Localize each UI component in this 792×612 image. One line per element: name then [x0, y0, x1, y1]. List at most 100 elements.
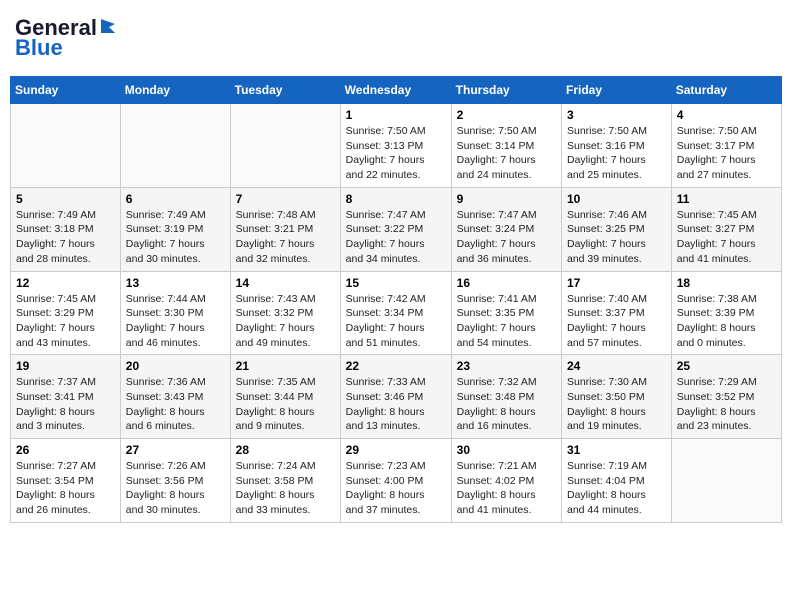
day-number: 6: [126, 192, 225, 206]
day-info: Sunrise: 7:43 AM Sunset: 3:32 PM Dayligh…: [236, 292, 335, 351]
day-number: 4: [677, 108, 776, 122]
header-friday: Friday: [562, 77, 672, 104]
header-monday: Monday: [120, 77, 230, 104]
calendar-cell: [230, 104, 340, 188]
day-info: Sunrise: 7:49 AM Sunset: 3:18 PM Dayligh…: [16, 208, 115, 267]
page-header: General Blue: [10, 10, 782, 66]
day-info: Sunrise: 7:29 AM Sunset: 3:52 PM Dayligh…: [677, 375, 776, 434]
calendar-cell: 6 Sunrise: 7:49 AM Sunset: 3:19 PM Daylig…: [120, 187, 230, 271]
calendar-cell: 15 Sunrise: 7:42 AM Sunset: 3:34 PM Dayli…: [340, 271, 451, 355]
day-info: Sunrise: 7:24 AM Sunset: 3:58 PM Dayligh…: [236, 459, 335, 518]
day-number: 22: [346, 359, 446, 373]
header-saturday: Saturday: [671, 77, 781, 104]
day-info: Sunrise: 7:36 AM Sunset: 3:43 PM Dayligh…: [126, 375, 225, 434]
logo-icon: [99, 17, 117, 35]
day-number: 21: [236, 359, 335, 373]
calendar-cell: 23 Sunrise: 7:32 AM Sunset: 3:48 PM Dayli…: [451, 355, 561, 439]
day-info: Sunrise: 7:50 AM Sunset: 3:13 PM Dayligh…: [346, 124, 446, 183]
day-number: 3: [567, 108, 666, 122]
day-info: Sunrise: 7:23 AM Sunset: 4:00 PM Dayligh…: [346, 459, 446, 518]
day-info: Sunrise: 7:47 AM Sunset: 3:22 PM Dayligh…: [346, 208, 446, 267]
day-number: 7: [236, 192, 335, 206]
day-number: 12: [16, 276, 115, 290]
calendar-cell: 8Sunrise: 7:47 AM Sunset: 3:22 PM Daylig…: [340, 187, 451, 271]
day-number: 30: [457, 443, 556, 457]
day-info: Sunrise: 7:27 AM Sunset: 3:54 PM Dayligh…: [16, 459, 115, 518]
calendar-cell: 5 Sunrise: 7:49 AM Sunset: 3:18 PM Daylig…: [11, 187, 121, 271]
header-tuesday: Tuesday: [230, 77, 340, 104]
logo: General Blue: [15, 15, 117, 61]
calendar-cell: 12 Sunrise: 7:45 AM Sunset: 3:29 PM Dayli…: [11, 271, 121, 355]
calendar-cell: 1 Sunrise: 7:50 AM Sunset: 3:13 PM Daylig…: [340, 104, 451, 188]
day-number: 1: [346, 108, 446, 122]
calendar-cell: 14 Sunrise: 7:43 AM Sunset: 3:32 PM Dayli…: [230, 271, 340, 355]
day-number: 14: [236, 276, 335, 290]
day-number: 26: [16, 443, 115, 457]
day-number: 24: [567, 359, 666, 373]
day-info: Sunrise: 7:30 AM Sunset: 3:50 PM Dayligh…: [567, 375, 666, 434]
calendar-cell: 31 Sunrise: 7:19 AM Sunset: 4:04 PM Dayli…: [562, 439, 672, 523]
calendar-cell: [120, 104, 230, 188]
day-number: 10: [567, 192, 666, 206]
header-sunday: Sunday: [11, 77, 121, 104]
calendar-header-row: SundayMondayTuesdayWednesdayThursdayFrid…: [11, 77, 782, 104]
day-number: 31: [567, 443, 666, 457]
day-number: 2: [457, 108, 556, 122]
calendar-cell: 16 Sunrise: 7:41 AM Sunset: 3:35 PM Dayli…: [451, 271, 561, 355]
day-number: 29: [346, 443, 446, 457]
header-wednesday: Wednesday: [340, 77, 451, 104]
day-number: 23: [457, 359, 556, 373]
day-number: 13: [126, 276, 225, 290]
calendar-table: SundayMondayTuesdayWednesdayThursdayFrid…: [10, 76, 782, 523]
calendar-cell: 24 Sunrise: 7:30 AM Sunset: 3:50 PM Dayli…: [562, 355, 672, 439]
day-info: Sunrise: 7:41 AM Sunset: 3:35 PM Dayligh…: [457, 292, 556, 351]
day-info: Sunrise: 7:26 AM Sunset: 3:56 PM Dayligh…: [126, 459, 225, 518]
calendar-week-4: 19 Sunrise: 7:37 AM Sunset: 3:41 PM Dayli…: [11, 355, 782, 439]
day-info: Sunrise: 7:32 AM Sunset: 3:48 PM Dayligh…: [457, 375, 556, 434]
day-info: Sunrise: 7:42 AM Sunset: 3:34 PM Dayligh…: [346, 292, 446, 351]
calendar-cell: 26 Sunrise: 7:27 AM Sunset: 3:54 PM Dayli…: [11, 439, 121, 523]
calendar-cell: 7Sunrise: 7:48 AM Sunset: 3:21 PM Daylig…: [230, 187, 340, 271]
day-info: Sunrise: 7:40 AM Sunset: 3:37 PM Dayligh…: [567, 292, 666, 351]
header-thursday: Thursday: [451, 77, 561, 104]
calendar-cell: 29 Sunrise: 7:23 AM Sunset: 4:00 PM Dayli…: [340, 439, 451, 523]
day-info: Sunrise: 7:46 AM Sunset: 3:25 PM Dayligh…: [567, 208, 666, 267]
day-info: Sunrise: 7:35 AM Sunset: 3:44 PM Dayligh…: [236, 375, 335, 434]
day-info: Sunrise: 7:44 AM Sunset: 3:30 PM Dayligh…: [126, 292, 225, 351]
day-info: Sunrise: 7:45 AM Sunset: 3:27 PM Dayligh…: [677, 208, 776, 267]
calendar-cell: 21 Sunrise: 7:35 AM Sunset: 3:44 PM Dayli…: [230, 355, 340, 439]
calendar-week-3: 12 Sunrise: 7:45 AM Sunset: 3:29 PM Dayli…: [11, 271, 782, 355]
calendar-cell: 28Sunrise: 7:24 AM Sunset: 3:58 PM Dayli…: [230, 439, 340, 523]
day-info: Sunrise: 7:21 AM Sunset: 4:02 PM Dayligh…: [457, 459, 556, 518]
calendar-cell: 22 Sunrise: 7:33 AM Sunset: 3:46 PM Dayli…: [340, 355, 451, 439]
day-info: Sunrise: 7:37 AM Sunset: 3:41 PM Dayligh…: [16, 375, 115, 434]
day-number: 9: [457, 192, 556, 206]
day-number: 25: [677, 359, 776, 373]
logo-blue: Blue: [15, 35, 63, 61]
day-number: 27: [126, 443, 225, 457]
calendar-cell: 2 Sunrise: 7:50 AM Sunset: 3:14 PM Daylig…: [451, 104, 561, 188]
calendar-cell: 30 Sunrise: 7:21 AM Sunset: 4:02 PM Dayli…: [451, 439, 561, 523]
day-number: 20: [126, 359, 225, 373]
calendar-cell: 19 Sunrise: 7:37 AM Sunset: 3:41 PM Dayli…: [11, 355, 121, 439]
day-number: 15: [346, 276, 446, 290]
calendar-cell: 20 Sunrise: 7:36 AM Sunset: 3:43 PM Dayli…: [120, 355, 230, 439]
day-number: 5: [16, 192, 115, 206]
day-number: 18: [677, 276, 776, 290]
calendar-cell: 27 Sunrise: 7:26 AM Sunset: 3:56 PM Dayli…: [120, 439, 230, 523]
calendar-cell: 9Sunrise: 7:47 AM Sunset: 3:24 PM Daylig…: [451, 187, 561, 271]
day-number: 19: [16, 359, 115, 373]
calendar-week-2: 5 Sunrise: 7:49 AM Sunset: 3:18 PM Daylig…: [11, 187, 782, 271]
day-info: Sunrise: 7:50 AM Sunset: 3:16 PM Dayligh…: [567, 124, 666, 183]
calendar-week-1: 1 Sunrise: 7:50 AM Sunset: 3:13 PM Daylig…: [11, 104, 782, 188]
day-info: Sunrise: 7:45 AM Sunset: 3:29 PM Dayligh…: [16, 292, 115, 351]
calendar-cell: 25 Sunrise: 7:29 AM Sunset: 3:52 PM Dayli…: [671, 355, 781, 439]
calendar-cell: 11Sunrise: 7:45 AM Sunset: 3:27 PM Dayli…: [671, 187, 781, 271]
day-info: Sunrise: 7:50 AM Sunset: 3:14 PM Dayligh…: [457, 124, 556, 183]
calendar-cell: [11, 104, 121, 188]
day-info: Sunrise: 7:49 AM Sunset: 3:19 PM Dayligh…: [126, 208, 225, 267]
day-info: Sunrise: 7:33 AM Sunset: 3:46 PM Dayligh…: [346, 375, 446, 434]
day-info: Sunrise: 7:19 AM Sunset: 4:04 PM Dayligh…: [567, 459, 666, 518]
day-number: 16: [457, 276, 556, 290]
day-info: Sunrise: 7:50 AM Sunset: 3:17 PM Dayligh…: [677, 124, 776, 183]
